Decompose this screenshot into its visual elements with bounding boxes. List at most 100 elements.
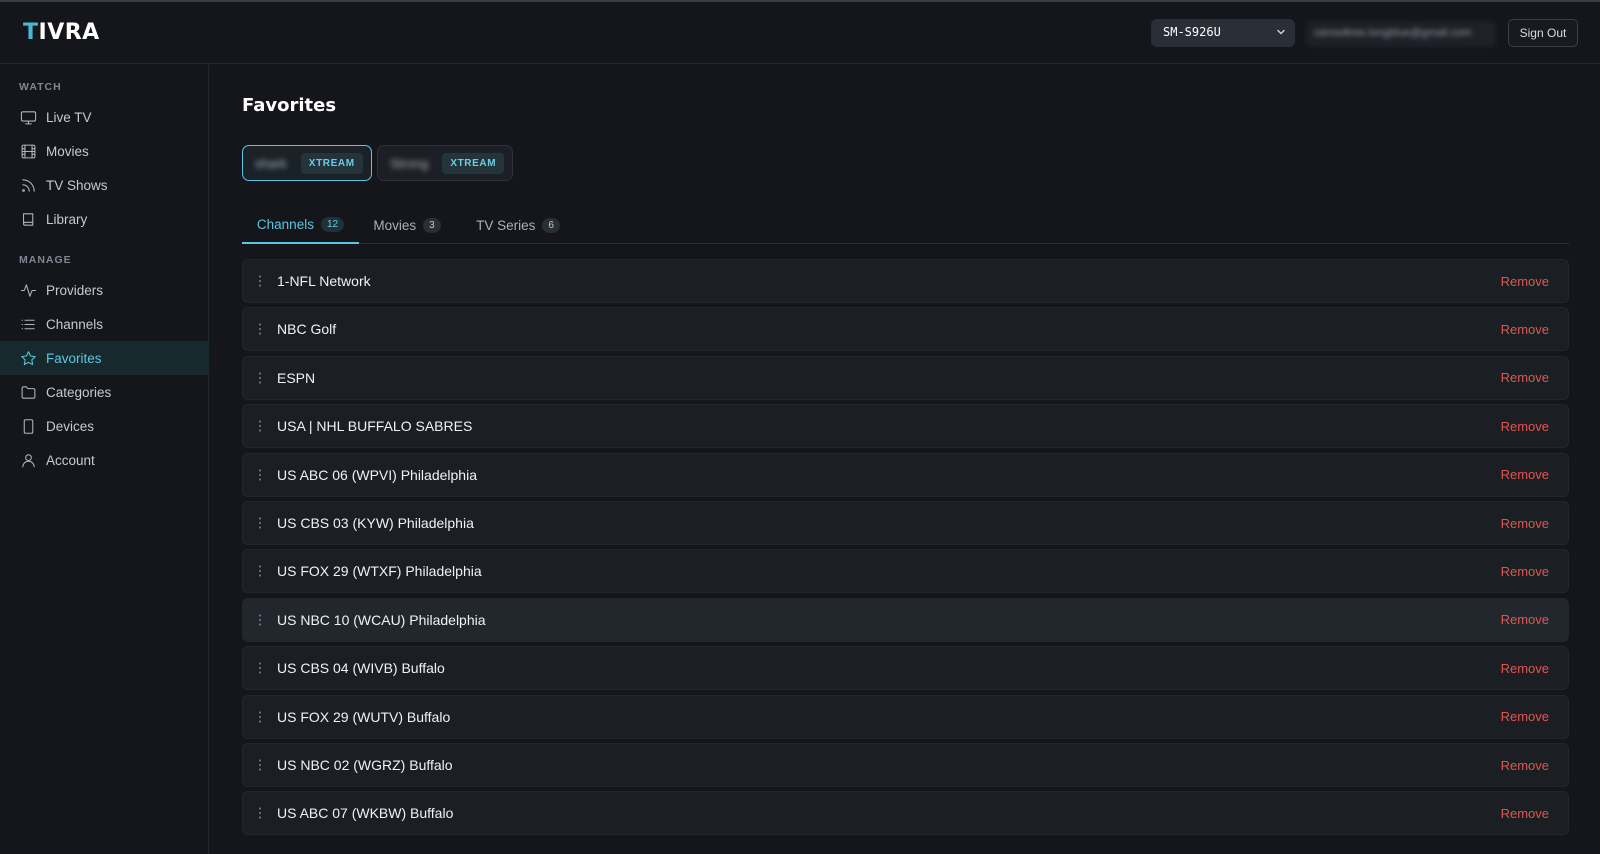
drag-handle-icon[interactable] (243, 372, 277, 384)
favorite-row[interactable]: US ABC 07 (WKBW) Buffalo Remove (242, 791, 1569, 836)
channel-name: US FOX 29 (WUTV) Buffalo (277, 708, 451, 725)
remove-button[interactable]: Remove (1501, 758, 1549, 773)
favorite-row[interactable]: US ABC 06 (WPVI) Philadelphia Remove (242, 452, 1569, 497)
tab-count-badge: 3 (423, 217, 441, 233)
remove-button[interactable]: Remove (1501, 516, 1549, 531)
remove-button[interactable]: Remove (1501, 370, 1549, 385)
sidebar-item-label: Favorites (46, 350, 102, 366)
remove-button[interactable]: Remove (1501, 564, 1549, 579)
top-header: TIVRA SM-S926U rainsoltree.longblue@gmai… (0, 2, 1600, 64)
channel-name: US FOX 29 (WTXF) Philadelphia (277, 563, 482, 580)
sidebar-item-label: Providers (46, 282, 104, 298)
device-select[interactable]: SM-S926U (1151, 19, 1295, 47)
sign-out-button[interactable]: Sign Out (1508, 19, 1578, 47)
page-title: Favorites (242, 95, 337, 116)
remove-button[interactable]: Remove (1501, 467, 1549, 482)
tab-label: Channels (256, 216, 314, 232)
provider-name: shark (255, 155, 287, 171)
sidebar-item-channels[interactable]: Channels (0, 307, 209, 341)
sidebar-item-library[interactable]: Library (0, 202, 209, 236)
tab-label: Movies (373, 217, 417, 233)
sidebar-section-manage: MANAGE (19, 254, 72, 266)
device-select-value: SM-S926U (1163, 25, 1221, 39)
sidebar-item-label: Channels (46, 316, 104, 332)
film-icon (19, 142, 37, 160)
drag-handle-icon[interactable] (243, 323, 277, 335)
channel-name: US CBS 03 (KYW) Philadelphia (277, 515, 474, 531)
remove-button[interactable]: Remove (1501, 806, 1549, 821)
tab-channels[interactable]: Channels 12 (242, 206, 359, 244)
favorite-row[interactable]: US CBS 03 (KYW) Philadelphia Remove (242, 501, 1569, 545)
channel-name: NBC Golf (277, 321, 337, 338)
drag-handle-icon[interactable] (243, 614, 277, 626)
sidebar-item-label: TV Shows (46, 177, 108, 193)
sidebar: WATCH Live TV Movies TV Shows Library MA… (0, 65, 209, 854)
favorite-row[interactable]: US FOX 29 (WUTV) Buffalo Remove (242, 694, 1569, 739)
drag-handle-icon[interactable] (243, 662, 277, 674)
remove-button[interactable]: Remove (1501, 661, 1549, 676)
channel-name: US NBC 02 (WGRZ) Buffalo (277, 757, 453, 773)
list-icon (19, 315, 37, 333)
channel-name: US ABC 07 (WKBW) Buffalo (277, 805, 454, 822)
drag-handle-icon[interactable] (243, 468, 277, 481)
sidebar-item-label: Live TV (46, 109, 92, 125)
sidebar-item-tv-shows[interactable]: TV Shows (0, 168, 209, 202)
drag-handle-icon[interactable] (243, 759, 277, 771)
app-logo[interactable]: TIVRA (23, 20, 100, 45)
favorite-row[interactable]: US NBC 10 (WCAU) Philadelphia Remove (242, 597, 1569, 642)
rss-icon (19, 176, 37, 194)
tv-icon (19, 108, 37, 126)
channel-name: USA | NHL BUFFALO SABRES (277, 418, 473, 435)
book-icon (19, 210, 37, 228)
favorite-row[interactable]: US FOX 29 (WTXF) Philadelphia Remove (242, 549, 1569, 594)
folder-icon (19, 383, 37, 401)
sidebar-item-providers[interactable]: Providers (0, 273, 209, 307)
drag-handle-icon[interactable] (243, 710, 277, 723)
sidebar-item-categories[interactable]: Categories (0, 375, 209, 409)
user-email: rainsoltree.longblue@gmail.com (1306, 21, 1496, 47)
provider-name: Strong (390, 155, 429, 171)
sidebar-section-watch: WATCH (19, 81, 62, 93)
chevron-down-icon (1276, 26, 1286, 40)
drag-handle-icon[interactable] (243, 565, 277, 577)
activity-icon (19, 281, 37, 299)
sidebar-item-favorites[interactable]: Favorites (0, 341, 209, 375)
provider-type-badge: XTREAM (300, 152, 363, 174)
remove-button[interactable]: Remove (1501, 419, 1549, 434)
provider-chip-1[interactable]: shark XTREAM (242, 145, 372, 181)
favorite-row[interactable]: USA | NHL BUFFALO SABRES Remove (242, 404, 1569, 449)
drag-handle-icon[interactable] (243, 420, 277, 432)
sidebar-item-account[interactable]: Account (0, 443, 209, 477)
favorite-row[interactable]: 1-NFL Network Remove (242, 259, 1569, 303)
remove-button[interactable]: Remove (1501, 322, 1549, 337)
sidebar-item-label: Categories (46, 384, 112, 400)
drag-handle-icon[interactable] (243, 807, 277, 819)
favorites-tabs: Channels 12 Movies 3 TV Series 6 (242, 206, 1569, 244)
tab-tv-series[interactable]: TV Series 6 (470, 206, 566, 244)
favorite-row[interactable]: US NBC 02 (WGRZ) Buffalo Remove (242, 743, 1569, 787)
remove-button[interactable]: Remove (1501, 274, 1549, 289)
drag-handle-icon[interactable] (243, 517, 277, 529)
remove-button[interactable]: Remove (1501, 612, 1549, 627)
tab-count-badge: 6 (542, 217, 560, 233)
channel-name: 1-NFL Network (277, 273, 371, 289)
star-icon (19, 349, 37, 367)
sidebar-item-label: Account (46, 452, 95, 468)
sidebar-item-label: Movies (46, 143, 89, 159)
favorite-row[interactable]: NBC Golf Remove (242, 307, 1569, 352)
drag-handle-icon[interactable] (243, 275, 277, 287)
sidebar-item-devices[interactable]: Devices (0, 409, 209, 443)
favorite-row[interactable]: ESPN Remove (242, 355, 1569, 400)
provider-chip-2[interactable]: Strong XTREAM (377, 145, 514, 181)
tab-movies[interactable]: Movies 3 (366, 206, 448, 244)
sidebar-item-movies[interactable]: Movies (0, 134, 209, 168)
remove-button[interactable]: Remove (1501, 709, 1549, 724)
sidebar-item-label: Library (46, 211, 88, 227)
channel-name: ESPN (277, 369, 316, 386)
favorite-row[interactable]: US CBS 04 (WIVB) Buffalo Remove (242, 646, 1569, 691)
tab-label: TV Series (476, 217, 536, 233)
logo-letter: T (23, 20, 39, 45)
sidebar-item-live-tv[interactable]: Live TV (0, 100, 209, 134)
provider-type-badge: XTREAM (442, 152, 505, 174)
channel-name: US ABC 06 (WPVI) Philadelphia (277, 466, 477, 483)
